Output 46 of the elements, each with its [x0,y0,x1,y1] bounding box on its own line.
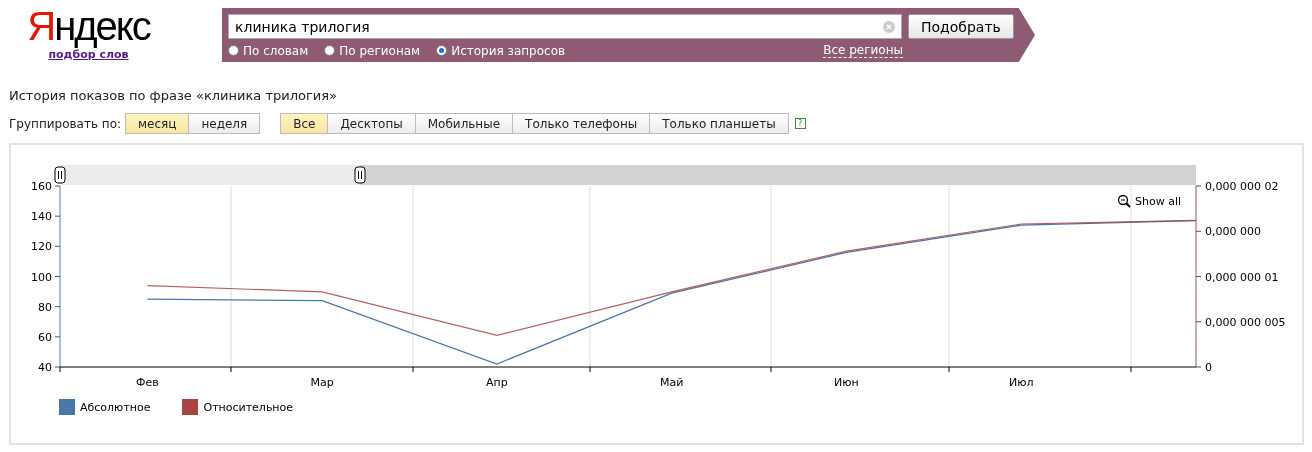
show-all-link[interactable]: Show all [1135,195,1182,208]
submit-button[interactable]: Подобрать [908,14,1014,39]
axis-label: 0,000 000 02 [1205,180,1279,193]
slider-handle[interactable] [54,166,66,184]
mode-radio[interactable]: По регионам [324,43,421,58]
radio-icon[interactable] [228,45,239,56]
device-tab[interactable]: Только телефоны [512,113,651,134]
axis-label: Мар [310,376,334,389]
axis-label: 0,000 000 01 [1205,270,1279,284]
axis-label: 0,000 000 [1205,225,1261,239]
axis-label: Июн [834,376,859,389]
axis-label: 120 [31,240,52,254]
device-tab[interactable]: Только планшеты [649,113,789,134]
legend-label: Абсолютное [80,400,151,414]
axis-label: 80 [38,300,52,314]
axis-label: Фев [136,376,159,389]
regions-link[interactable]: Все регионы [823,43,903,58]
axis-label: 0,000 000 005 [1205,315,1286,329]
axis-label: 40 [38,361,52,374]
period-tab[interactable]: неделя [188,113,261,134]
device-tab[interactable]: Мобильные [414,113,514,134]
radio-icon[interactable] [436,45,448,56]
axis-label: 160 [31,180,52,193]
period-tab[interactable]: месяц [125,113,190,134]
legend-swatch [59,399,75,415]
legend-label: Относительное [203,400,294,414]
axis-label: 100 [31,270,52,284]
radio-icon[interactable] [324,45,336,56]
axis-label: Июл [1008,376,1034,389]
help-icon[interactable]: ? [794,118,806,129]
axis-label: Май [660,376,684,389]
zoom-out-icon[interactable] [1117,194,1131,208]
search-field[interactable]: клиника трилогия [228,14,902,39]
page-heading: История показов по фразе «клиника трилогия» [9,88,338,103]
subtitle-link[interactable]: подбор слов [48,48,129,61]
mode-radio[interactable]: История запросов [436,43,566,58]
device-tab[interactable]: Все [280,113,329,134]
axis-label: 60 [38,330,52,344]
device-tab[interactable]: Десктопы [327,113,416,134]
slider-handle[interactable] [354,166,366,184]
legend-swatch [182,399,199,415]
axis-label: 0 [1205,361,1212,374]
group-label: Группировать по: [9,116,122,131]
mode-radio[interactable]: По словам [228,43,309,58]
axis-label: Апр [486,376,508,389]
axis-label: 140 [31,210,52,224]
